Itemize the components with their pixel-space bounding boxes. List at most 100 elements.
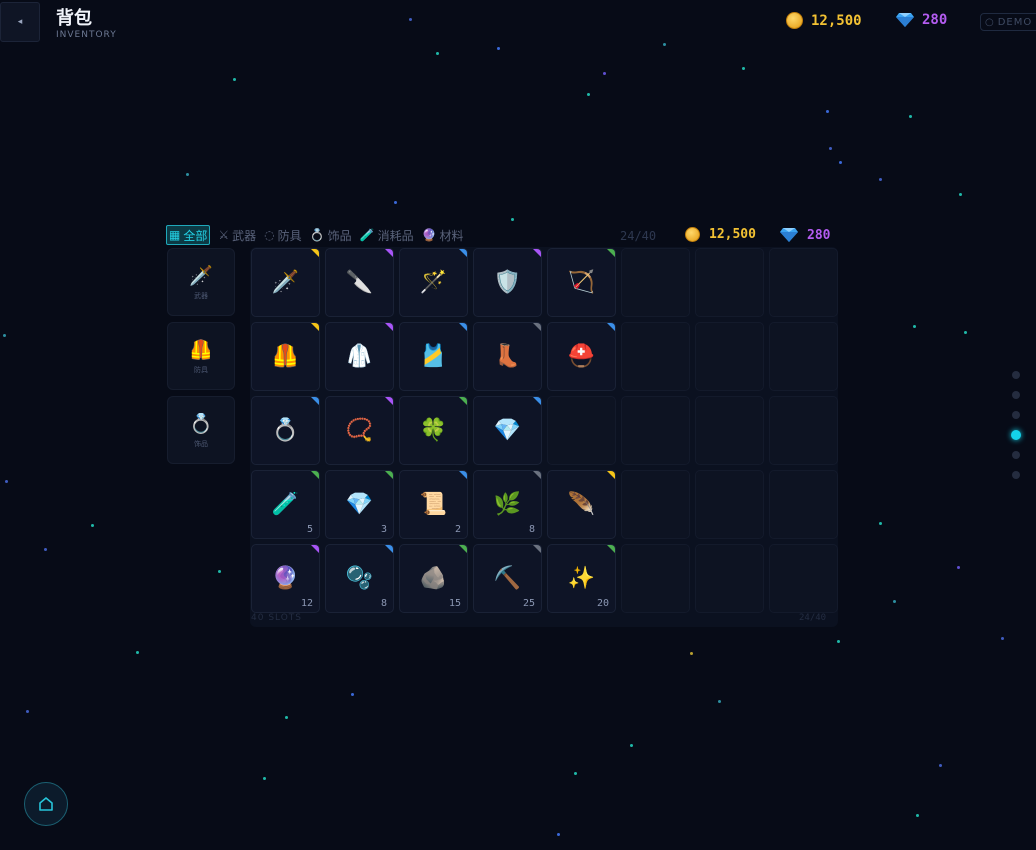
inventory-slot-empty[interactable] bbox=[621, 396, 690, 465]
tab-2[interactable]: ◌ 防具 bbox=[264, 225, 302, 245]
demo-badge: ○ DEMO bbox=[980, 13, 1036, 31]
star bbox=[826, 110, 829, 113]
item-icon: 👢 bbox=[493, 343, 522, 369]
inventory-slot-item[interactable]: 🛡️ bbox=[473, 248, 542, 317]
star bbox=[186, 173, 189, 176]
inventory-slot-empty[interactable] bbox=[769, 396, 838, 465]
side-category-0[interactable]: 🗡️ 武器 bbox=[167, 248, 235, 316]
item-icon: 🥼 bbox=[345, 343, 374, 369]
star bbox=[909, 115, 912, 118]
inventory-slot-empty[interactable] bbox=[547, 396, 616, 465]
home-button[interactable] bbox=[24, 782, 68, 826]
tab-3[interactable]: 💍 饰品 bbox=[310, 225, 352, 245]
page-dot[interactable] bbox=[1012, 371, 1020, 379]
gem-amount: 280 bbox=[922, 12, 948, 28]
inventory-slot-item[interactable]: 👢 bbox=[473, 322, 542, 391]
inventory-slot-item[interactable]: 🧪 5 bbox=[251, 470, 320, 539]
inventory-slot-item[interactable]: 🔪 bbox=[325, 248, 394, 317]
inventory-slot-item[interactable]: 📿 bbox=[325, 396, 394, 465]
inventory-slot-item[interactable]: 🥼 bbox=[325, 322, 394, 391]
inventory-slot-item[interactable]: 📜 2 bbox=[399, 470, 468, 539]
inventory-slot-empty[interactable] bbox=[695, 396, 764, 465]
inventory-slot-item[interactable]: 🪶 bbox=[547, 470, 616, 539]
item-icon: 💍 bbox=[271, 417, 300, 443]
inventory-slot-item[interactable]: 🗡️ bbox=[251, 248, 320, 317]
inventory-slot-empty[interactable] bbox=[695, 248, 764, 317]
inventory-slot-empty[interactable] bbox=[621, 470, 690, 539]
inventory-slot-item[interactable]: 🔮 12 bbox=[251, 544, 320, 613]
tab-label: 消耗品 bbox=[377, 228, 414, 243]
item-icon: 📜 bbox=[419, 491, 448, 517]
inventory-slot-empty[interactable] bbox=[769, 470, 838, 539]
category-icon: 🦺 bbox=[189, 338, 213, 361]
rarity-corner-marker bbox=[459, 397, 467, 405]
gold-coin-icon bbox=[786, 12, 803, 29]
category-label: 防具 bbox=[194, 365, 208, 374]
panel-gem-amount: 280 bbox=[807, 227, 831, 243]
inventory-grid: 🗡️ 🔪 🪄 🛡️ 🏹 🦺 🥼 🎽 👢 ⛑️ 💍 📿 🍀 💎 🧪 5 💎 3 📜 2 🌿 8 🪶 🔮 12 🫧 8 🪨 15 ⛏️ 25 ✨ 2… bbox=[250, 247, 838, 627]
inventory-slot-item[interactable]: 🪨 15 bbox=[399, 544, 468, 613]
page-dot[interactable] bbox=[1012, 451, 1020, 459]
rarity-corner-marker bbox=[311, 249, 319, 257]
star bbox=[964, 331, 967, 334]
star bbox=[394, 201, 397, 204]
item-icon: 🔪 bbox=[345, 269, 374, 295]
back-button[interactable]: ◂ bbox=[0, 2, 40, 42]
inventory-slot-empty[interactable] bbox=[695, 544, 764, 613]
inventory-slot-empty[interactable] bbox=[769, 248, 838, 317]
item-icon: 💎 bbox=[345, 491, 374, 517]
inventory-slot-item[interactable]: ⛑️ bbox=[547, 322, 616, 391]
category-label: 饰品 bbox=[194, 439, 208, 448]
inventory-slot-item[interactable]: 🫧 8 bbox=[325, 544, 394, 613]
tab-icon: 💍 bbox=[309, 228, 325, 242]
star bbox=[44, 548, 47, 551]
star bbox=[959, 193, 962, 196]
home-icon bbox=[39, 797, 53, 811]
gem-icon bbox=[780, 228, 798, 242]
star bbox=[557, 833, 560, 836]
item-icon: 🍀 bbox=[419, 417, 448, 443]
inventory-slot-empty[interactable] bbox=[621, 248, 690, 317]
tab-icon: 🔮 bbox=[421, 228, 437, 242]
inventory-slot-item[interactable]: ✨ 20 bbox=[547, 544, 616, 613]
side-category-1[interactable]: 🦺 防具 bbox=[167, 322, 235, 390]
inventory-slot-item[interactable]: 💎 3 bbox=[325, 470, 394, 539]
panel-gems: 280 bbox=[780, 227, 830, 243]
inventory-slot-empty[interactable] bbox=[695, 322, 764, 391]
tab-1[interactable]: ⚔ 武器 bbox=[218, 225, 256, 245]
page-dot[interactable] bbox=[1011, 430, 1021, 440]
star bbox=[436, 52, 439, 55]
inventory-slot-item[interactable]: ⛏️ 25 bbox=[473, 544, 542, 613]
inventory-slot-item[interactable]: 🎽 bbox=[399, 322, 468, 391]
inventory-slot-item[interactable]: 🌿 8 bbox=[473, 470, 542, 539]
item-quantity: 15 bbox=[448, 598, 461, 609]
star bbox=[1001, 637, 1004, 640]
inventory-slot-item[interactable]: 🍀 bbox=[399, 396, 468, 465]
tab-5[interactable]: 🔮 材料 bbox=[422, 225, 464, 245]
inventory-slot-item[interactable]: 💍 bbox=[251, 396, 320, 465]
inventory-slot-item[interactable]: 🏹 bbox=[547, 248, 616, 317]
star bbox=[893, 600, 896, 603]
tab-4[interactable]: 🧪 消耗品 bbox=[360, 225, 414, 245]
demo-label: DEMO bbox=[997, 16, 1033, 28]
inventory-slot-item[interactable]: 🦺 bbox=[251, 322, 320, 391]
inventory-slot-empty[interactable] bbox=[769, 322, 838, 391]
tab-0[interactable]: ▦ 全部 bbox=[166, 225, 211, 245]
tab-label: 武器 bbox=[232, 228, 257, 243]
rarity-corner-marker bbox=[459, 545, 467, 553]
page-subtitle: INVENTORY bbox=[56, 30, 117, 40]
inventory-slot-empty[interactable] bbox=[695, 470, 764, 539]
item-icon: ⛏️ bbox=[493, 565, 522, 591]
page-dot[interactable] bbox=[1012, 391, 1020, 399]
inventory-slot-empty[interactable] bbox=[769, 544, 838, 613]
star bbox=[742, 67, 745, 70]
page-dot[interactable] bbox=[1012, 471, 1020, 479]
star bbox=[587, 93, 590, 96]
inventory-slot-item[interactable]: 💎 bbox=[473, 396, 542, 465]
inventory-slot-empty[interactable] bbox=[621, 544, 690, 613]
side-category-2[interactable]: 💍 饰品 bbox=[167, 396, 235, 464]
inventory-slot-empty[interactable] bbox=[621, 322, 690, 391]
rarity-corner-marker bbox=[533, 249, 541, 257]
inventory-slot-item[interactable]: 🪄 bbox=[399, 248, 468, 317]
page-dot[interactable] bbox=[1012, 411, 1020, 419]
